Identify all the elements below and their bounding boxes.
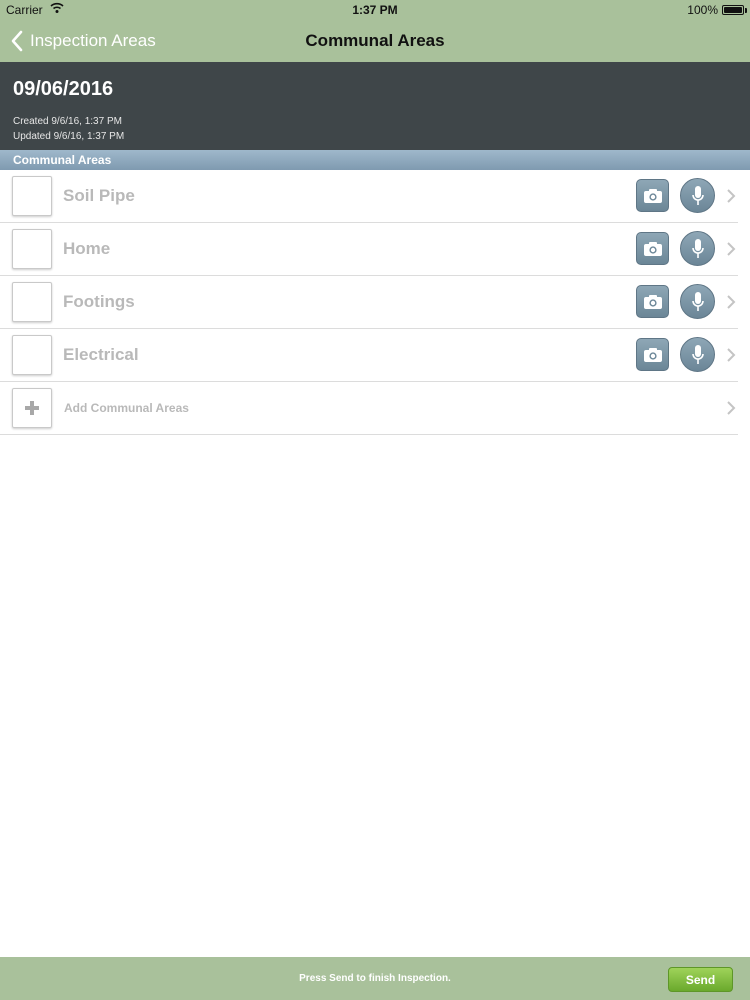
microphone-button[interactable] xyxy=(680,284,715,319)
footer-message: Press Send to finish Inspection. xyxy=(299,973,451,984)
item-label: Footings xyxy=(63,292,135,311)
section-header: Communal Areas xyxy=(0,150,750,170)
camera-icon xyxy=(643,347,662,362)
list-item[interactable]: Soil Pipe xyxy=(0,170,750,223)
microphone-button[interactable] xyxy=(680,337,715,372)
camera-icon xyxy=(643,294,662,309)
top-bar: Carrier 1:37 PM 100% Inspection Areas Co… xyxy=(0,0,750,62)
bottom-toolbar: Press Send to finish Inspection. Send xyxy=(0,957,750,1000)
item-checkbox[interactable] xyxy=(12,229,52,269)
chevron-right-icon xyxy=(727,348,736,362)
microphone-icon xyxy=(691,238,704,258)
battery-icon xyxy=(722,5,747,15)
status-bar: Carrier 1:37 PM 100% xyxy=(0,0,750,20)
camera-icon xyxy=(643,188,662,203)
chevron-right-icon xyxy=(727,189,736,203)
camera-button[interactable] xyxy=(636,338,669,371)
item-checkbox[interactable] xyxy=(12,335,52,375)
list-item[interactable]: Electrical xyxy=(0,329,750,382)
list-item[interactable]: Home xyxy=(0,223,750,276)
created-timestamp: Created 9/6/16, 1:37 PM xyxy=(13,116,122,127)
item-label: Soil Pipe xyxy=(63,186,135,205)
inspection-date: 09/06/2016 xyxy=(13,78,114,100)
chevron-right-icon xyxy=(727,242,736,256)
plus-icon xyxy=(25,401,39,415)
send-button[interactable]: Send xyxy=(668,967,733,992)
list-item[interactable]: Footings xyxy=(0,276,750,329)
camera-button[interactable] xyxy=(636,232,669,265)
add-area-label: Add Communal Areas xyxy=(64,401,189,415)
inspection-header: 09/06/2016 Created 9/6/16, 1:37 PM Updat… xyxy=(0,62,750,150)
status-time: 1:37 PM xyxy=(352,3,398,17)
microphone-button[interactable] xyxy=(680,178,715,213)
chevron-right-icon xyxy=(727,401,736,415)
camera-icon xyxy=(643,241,662,256)
add-area-row[interactable]: Add Communal Areas xyxy=(0,382,750,435)
microphone-icon xyxy=(691,344,704,364)
area-list: Soil Pipe Home Footings Electrical Add C… xyxy=(0,170,750,435)
item-label: Home xyxy=(63,239,111,258)
microphone-icon xyxy=(691,291,704,311)
page-title: Communal Areas xyxy=(305,31,445,50)
battery-percent: 100% xyxy=(687,3,718,17)
navigation-bar: Inspection Areas Communal Areas xyxy=(0,20,750,62)
camera-button[interactable] xyxy=(636,285,669,318)
updated-timestamp: Updated 9/6/16, 1:37 PM xyxy=(13,131,125,142)
camera-button[interactable] xyxy=(636,179,669,212)
microphone-icon xyxy=(691,185,704,205)
item-checkbox[interactable] xyxy=(12,176,52,216)
chevron-right-icon xyxy=(727,295,736,309)
item-label: Electrical xyxy=(63,345,139,364)
add-area-button[interactable] xyxy=(12,388,52,428)
microphone-button[interactable] xyxy=(680,231,715,266)
item-checkbox[interactable] xyxy=(12,282,52,322)
